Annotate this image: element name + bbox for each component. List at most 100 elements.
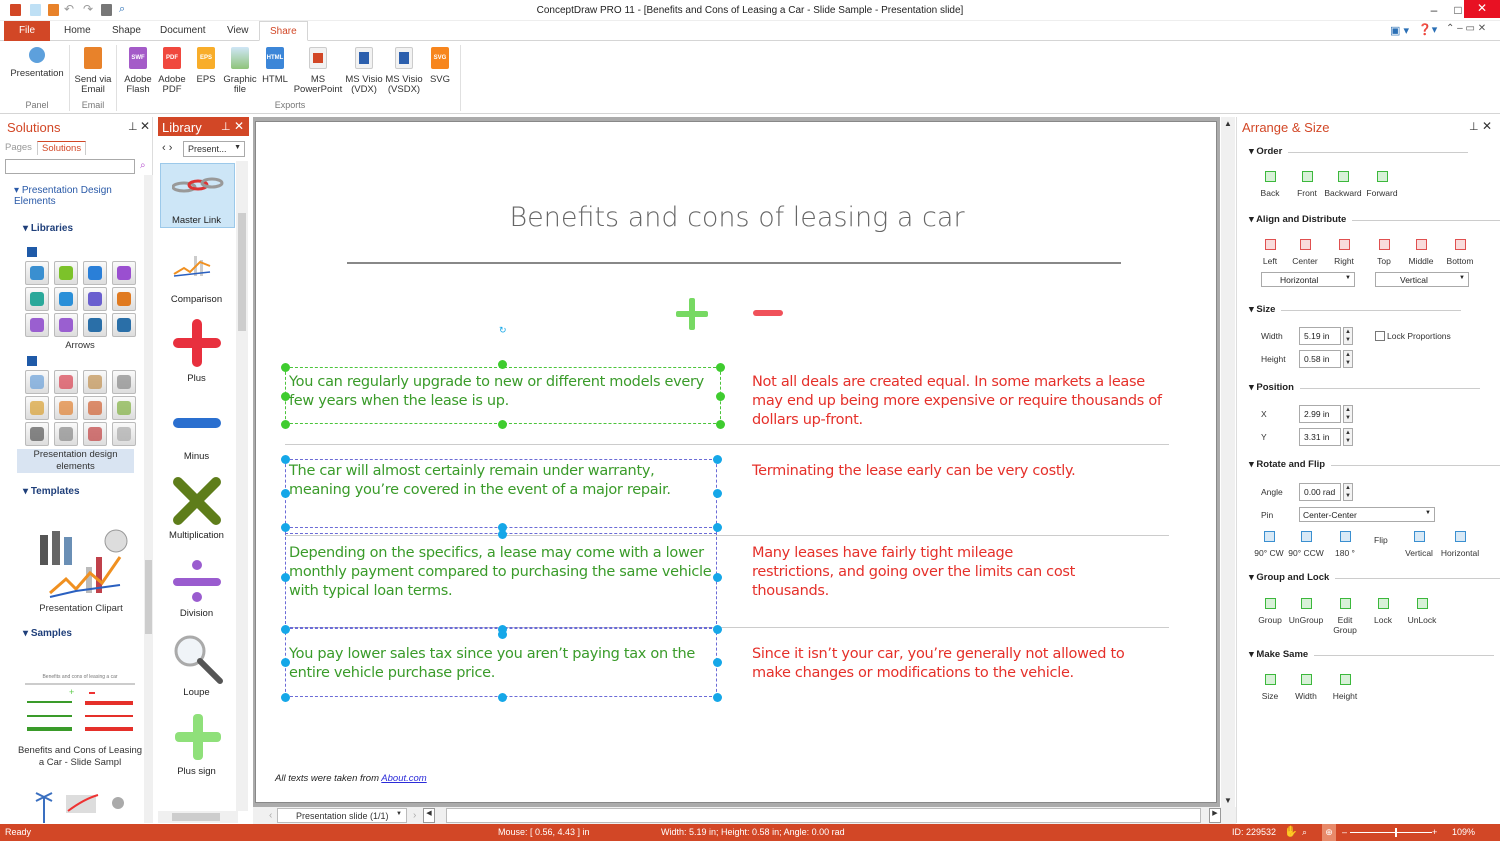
position-x-input[interactable]: 2.99 in	[1299, 405, 1341, 423]
zoom-in-icon[interactable]: +	[1432, 824, 1437, 841]
samples-section[interactable]: ▾ Samples	[23, 628, 72, 639]
library-tile[interactable]	[25, 396, 49, 420]
order-button[interactable]: Front	[1287, 171, 1327, 198]
resize-handle[interactable]	[713, 693, 722, 702]
align-button[interactable]: Left	[1250, 239, 1290, 266]
order-button[interactable]: Back	[1250, 171, 1290, 198]
export-pdf-button[interactable]: PDF Adobe PDF	[156, 47, 188, 95]
canvas-hscrollbar[interactable]	[446, 808, 1201, 823]
prev-page-icon[interactable]: ‹	[269, 810, 272, 821]
resize-handle[interactable]	[498, 420, 507, 429]
plus-shape-icon[interactable]	[173, 319, 221, 370]
library-tile[interactable]	[54, 370, 78, 394]
pro-text[interactable]: You pay lower sales tax since you aren’t…	[289, 645, 719, 683]
send-email-button[interactable]: Send via Email	[72, 47, 114, 95]
resize-handle[interactable]	[713, 625, 722, 634]
minus-shape-icon[interactable]	[173, 418, 221, 428]
zoom-slider[interactable]	[1350, 828, 1432, 837]
library-tile[interactable]	[25, 422, 49, 446]
pin-icon[interactable]: ⊥	[128, 120, 138, 133]
minimize-button[interactable]: –	[1422, 3, 1446, 17]
section-header[interactable]: ▾ Group and Lock	[1249, 572, 1500, 583]
library-tile[interactable]	[54, 396, 78, 420]
align-button[interactable]: Right	[1324, 239, 1364, 266]
presentation-slide[interactable]: Benefits and cons of leasing a car ↻ You…	[255, 121, 1217, 803]
search-icon[interactable]: ⌕	[140, 160, 146, 171]
rotate-button[interactable]: 90° CW	[1249, 531, 1289, 558]
group-button[interactable]: Lock	[1363, 598, 1403, 625]
con-text[interactable]: Terminating the lease early can be very …	[752, 462, 1162, 481]
group-button[interactable]: Group	[1250, 598, 1290, 625]
section-header[interactable]: ▾ Order	[1249, 146, 1471, 157]
align-button[interactable]: Middle	[1401, 239, 1441, 266]
library-tile[interactable]	[112, 396, 136, 420]
library-tile[interactable]	[25, 313, 49, 337]
library-tile[interactable]	[25, 261, 49, 285]
flip-button[interactable]: Horizontal	[1440, 531, 1480, 558]
height-input[interactable]: 0.58 in	[1299, 350, 1341, 368]
library-nav-arrows[interactable]: ‹ ›	[162, 142, 172, 154]
minus-icon[interactable]	[753, 310, 783, 316]
libraries-section[interactable]: ▾ Libraries	[23, 223, 73, 234]
close-panel-icon[interactable]: ✕	[1482, 119, 1492, 133]
scroll-left-button[interactable]: ◀	[423, 808, 435, 823]
section-header[interactable]: ▾ Position	[1249, 382, 1480, 393]
make-same-button[interactable]: Width	[1286, 674, 1326, 701]
library-tile[interactable]	[112, 370, 136, 394]
resize-handle[interactable]	[281, 693, 290, 702]
resize-handle[interactable]	[281, 420, 290, 429]
group-button[interactable]: Edit Group	[1325, 598, 1365, 635]
resize-handle[interactable]	[281, 523, 290, 532]
flip-button[interactable]: Vertical	[1399, 531, 1439, 558]
rotate-button[interactable]: 180 °	[1325, 531, 1365, 558]
position-x-spinner[interactable]: ▲ ▼	[1343, 405, 1353, 423]
resize-handle[interactable]	[498, 693, 507, 702]
zoom-slider-thumb[interactable]	[1395, 828, 1398, 837]
division-shape-icon[interactable]	[173, 559, 221, 608]
presentation-clipart-thumbnail[interactable]	[36, 527, 128, 601]
con-text[interactable]: Many leases have fairly tight mileage re…	[752, 544, 1092, 601]
library-tile[interactable]	[54, 422, 78, 446]
resize-handle[interactable]	[498, 530, 507, 539]
position-y-input[interactable]: 3.31 in	[1299, 428, 1341, 446]
solutions-scrollbar[interactable]	[144, 175, 153, 823]
resize-handle[interactable]	[281, 363, 290, 372]
close-button[interactable]: ✕	[1464, 0, 1500, 18]
library-tile[interactable]	[25, 287, 49, 311]
pro-text[interactable]: The car will almost certainly remain und…	[289, 462, 719, 500]
rotate-handle[interactable]: ↻	[499, 325, 507, 336]
loupe-shape-icon[interactable]	[172, 633, 224, 688]
resize-handle[interactable]	[713, 523, 722, 532]
pin-icon[interactable]: ⊥	[1469, 120, 1479, 133]
tab-pages[interactable]: Pages	[5, 142, 32, 153]
group-button[interactable]: UnGroup	[1286, 598, 1326, 625]
plus-icon[interactable]	[676, 298, 708, 333]
library-tile[interactable]	[54, 313, 78, 337]
zoom-out-icon[interactable]: –	[1342, 824, 1347, 841]
tab-solutions[interactable]: Solutions	[37, 141, 87, 155]
close-panel-icon[interactable]: ✕	[140, 119, 150, 133]
library-tile[interactable]	[83, 261, 107, 285]
library-tile[interactable]	[54, 261, 78, 285]
group-button[interactable]: UnLock	[1402, 598, 1442, 625]
template-item-label[interactable]: Presentation Clipart	[10, 603, 152, 614]
library-dropdown[interactable]: Present... ▼	[183, 141, 245, 157]
export-svg-button[interactable]: SVG SVG	[426, 47, 454, 85]
tab-file[interactable]: File	[4, 21, 50, 41]
about-link[interactable]: About.com	[381, 773, 426, 784]
pro-text[interactable]: Depending on the specifics, a lease may …	[289, 544, 719, 601]
library-scrollbar[interactable]	[236, 161, 248, 811]
export-flash-button[interactable]: SWF Adobe Flash	[120, 47, 156, 95]
tab-document[interactable]: Document	[150, 21, 216, 41]
library-tile[interactable]	[83, 396, 107, 420]
export-powerpoint-button[interactable]: MS PowerPoint	[292, 47, 344, 95]
tab-shape[interactable]: Shape	[102, 21, 151, 41]
plus-sign-shape-icon[interactable]	[175, 714, 221, 763]
zoom-tool-icon[interactable]: ⌕	[1302, 824, 1307, 841]
resize-handle[interactable]	[281, 625, 290, 634]
align-button[interactable]: Center	[1285, 239, 1325, 266]
resize-handle[interactable]	[716, 363, 725, 372]
height-spinner[interactable]: ▲ ▼	[1343, 350, 1353, 368]
make-same-button[interactable]: Size	[1250, 674, 1290, 701]
next-page-icon[interactable]: ›	[413, 810, 416, 821]
